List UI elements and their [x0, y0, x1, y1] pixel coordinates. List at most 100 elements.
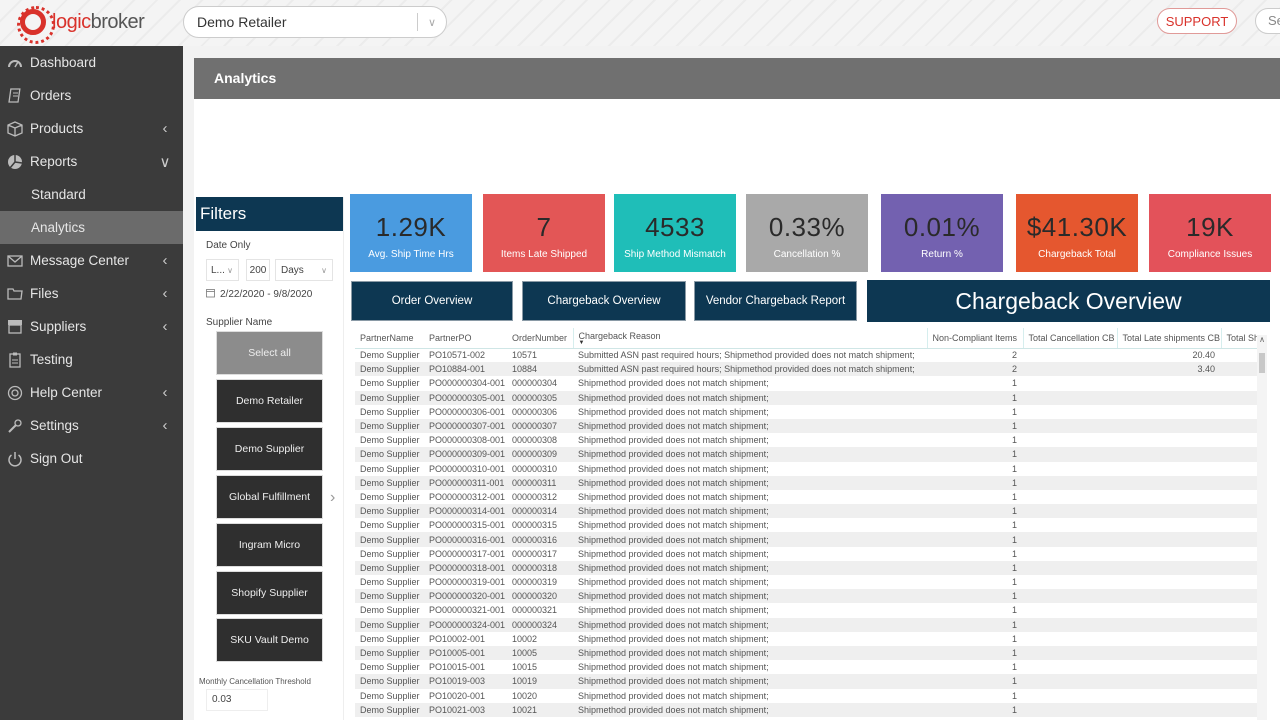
column-header-chargeback-reason[interactable]: Chargeback Reason ▼	[572, 328, 927, 349]
table-scrollbar[interactable]: ∧	[1257, 335, 1267, 720]
support-button[interactable]: SUPPORT	[1157, 8, 1237, 34]
kpi-card-return-pct: 0.01% Return %	[881, 194, 1003, 272]
search-input[interactable]: Se	[1255, 8, 1280, 34]
supplier-button-ingram-micro[interactable]: Ingram Micro	[216, 523, 323, 567]
sidebar: Dashboard Orders Products ‹ Reports ∨ St…	[0, 46, 183, 720]
cell-total-cancellation-cb	[1023, 603, 1117, 618]
chevron-down-icon: ∨	[227, 265, 233, 275]
gear-logo-icon	[17, 6, 55, 44]
sidebar-item-help-center[interactable]: Help Center ‹	[0, 376, 183, 409]
table-row[interactable]: Demo Supplier PO000000310-001 000000310 Shi…	[355, 461, 1267, 476]
chargeback-overview-button[interactable]: Chargeback Overview	[522, 281, 686, 321]
table-row[interactable]: Demo Supplier PO10015-001 10015 Shipmethod …	[355, 660, 1267, 675]
column-header-non-compliant-items[interactable]: Non-Compliant Items	[926, 328, 1023, 349]
cell-partner-name: Demo Supplier	[355, 688, 424, 703]
supplier-button-sku-vault-demo[interactable]: SKU Vault Demo	[216, 618, 323, 662]
sidebar-item-reports[interactable]: Reports ∨	[0, 145, 183, 178]
cell-chargeback-reason: Shipmethod provided does not match shipm…	[573, 433, 927, 448]
cell-non-compliant-items: 1	[927, 404, 1023, 419]
table-row[interactable]: Demo Supplier PO000000319-001 000000319 Shi…	[355, 575, 1267, 590]
supplier-button-demo-supplier[interactable]: Demo Supplier	[216, 427, 323, 471]
table-row[interactable]: Demo Supplier PO000000318-001 000000318 Shi…	[355, 560, 1267, 575]
chevron-right-icon[interactable]: ›	[330, 489, 335, 507]
table-row[interactable]: Demo Supplier PO000000315-001 000000315 Shi…	[355, 518, 1267, 533]
table-row[interactable]: Demo Supplier PO000000304-001 000000304 Shi…	[355, 376, 1267, 391]
sidebar-item-settings[interactable]: Settings ‹	[0, 409, 183, 442]
table-row[interactable]: Demo Supplier PO000000316-001 000000316 Shi…	[355, 532, 1267, 547]
sidebar-item-suppliers[interactable]: Suppliers ‹	[0, 310, 183, 343]
table-row[interactable]: Demo Supplier PO10884-001 10884 Submitted A…	[355, 362, 1267, 377]
table-row[interactable]: Demo Supplier PO10005-001 10005 Shipmethod …	[355, 645, 1267, 661]
table-row[interactable]: Demo Supplier PO000000312-001 000000312 Shi…	[355, 489, 1267, 505]
column-header-order-number[interactable]: OrderNumber	[507, 328, 573, 349]
date-amount-input[interactable]: 200	[246, 259, 270, 281]
table-row[interactable]: Demo Supplier PO10021-003 10021 Shipmethod …	[355, 702, 1267, 717]
scroll-up-icon[interactable]: ∧	[1257, 335, 1267, 344]
order-overview-button[interactable]: Order Overview	[351, 281, 513, 321]
table-row[interactable]: Demo Supplier PO000000314-001 000000314 Shi…	[355, 504, 1267, 519]
cell-total-late-shipments-cb	[1117, 433, 1221, 448]
logicbroker-logo[interactable]: logicbroker	[17, 6, 145, 44]
table-row[interactable]: Demo Supplier PO000000311-001 000000311 Shi…	[355, 475, 1267, 490]
cell-partner-po: PO000000308-001	[424, 433, 507, 448]
table-row[interactable]: Demo Supplier PO10019-003 10019 Shipmethod …	[355, 674, 1267, 689]
table-row[interactable]: Demo Supplier PO000000306-001 000000306 Shi…	[355, 404, 1267, 419]
cell-total-cancellation-cb	[1023, 362, 1117, 377]
column-header-partner-name[interactable]: PartnerName	[355, 328, 424, 349]
supplier-select-all-button[interactable]: Select all	[216, 331, 323, 375]
cell-total-late-shipments-cb: 3.40	[1117, 362, 1221, 377]
cell-order-number: 10020	[507, 688, 573, 703]
cell-total-cancellation-cb	[1023, 631, 1117, 646]
supplier-button-global-fulfillment[interactable]: Global Fulfillment	[216, 475, 323, 519]
threshold-input[interactable]: 0.03	[206, 689, 268, 711]
column-header-partner-po[interactable]: PartnerPO	[424, 328, 507, 349]
cell-chargeback-reason: Shipmethod provided does not match shipm…	[573, 589, 927, 604]
vendor-chargeback-report-button[interactable]: Vendor Chargeback Report	[694, 281, 857, 321]
cell-non-compliant-items: 1	[927, 660, 1023, 675]
table-row[interactable]: Demo Supplier PO000000308-001 000000308 Shi…	[355, 433, 1267, 448]
sidebar-item-dashboard[interactable]: Dashboard	[0, 46, 183, 79]
chevron-left-icon: ‹	[162, 417, 168, 434]
sidebar-item-message-center[interactable]: Message Center ‹	[0, 244, 183, 277]
table-row[interactable]: Demo Supplier PO000000320-001 000000320 Shi…	[355, 589, 1267, 604]
supplier-button-demo-retailer[interactable]: Demo Retailer	[216, 379, 323, 423]
column-header-total-cancellation-cb[interactable]: Total Cancellation CB	[1022, 328, 1117, 349]
sidebar-item-testing[interactable]: Testing	[0, 343, 183, 376]
table-row[interactable]: Demo Supplier PO000000307-001 000000307 Shi…	[355, 418, 1267, 434]
sidebar-item-sign-out[interactable]: Sign Out	[0, 442, 183, 475]
threshold-label: Monthly Cancellation Threshold	[199, 677, 311, 686]
table-row[interactable]: Demo Supplier PO000000309-001 000000309 Shi…	[355, 447, 1267, 462]
chevron-down-icon[interactable]: ∨	[418, 16, 446, 29]
clipboard-icon	[0, 352, 30, 368]
table-row[interactable]: Demo Supplier PO000000305-001 000000305 Shi…	[355, 390, 1267, 405]
cell-partner-po: PO10884-001	[424, 362, 507, 377]
sidebar-item-files[interactable]: Files ‹	[0, 277, 183, 310]
cell-partner-po: PO10571-002	[424, 348, 507, 363]
retailer-select[interactable]: Demo Retailer ∨	[183, 6, 447, 38]
table-row[interactable]: Demo Supplier PO000000324-001 000000324 Shi…	[355, 617, 1267, 632]
cell-partner-po: PO000000314-001	[424, 504, 507, 519]
relative-date-select[interactable]: L... ∨	[206, 259, 239, 281]
sidebar-item-orders[interactable]: Orders	[0, 79, 183, 112]
cell-total-late-shipments-cb	[1117, 390, 1221, 405]
supplier-button-shopify-supplier[interactable]: Shopify Supplier	[216, 571, 323, 615]
cell-order-number: 000000319	[507, 575, 573, 590]
scrollbar-thumb[interactable]	[1259, 353, 1265, 373]
chevron-left-icon: ‹	[162, 318, 168, 335]
cell-total-late-shipments-cb	[1117, 546, 1221, 561]
table-row[interactable]: Demo Supplier PO000000317-001 000000317 Shi…	[355, 546, 1267, 561]
table-row[interactable]: Demo Supplier PO10002-001 10002 Shipmethod …	[355, 631, 1267, 646]
date-unit-select[interactable]: Days ∨	[275, 259, 333, 281]
sidebar-item-products[interactable]: Products ‹	[0, 112, 183, 145]
table-row[interactable]: Demo Supplier PO10020-001 10020 Shipmethod …	[355, 688, 1267, 703]
sidebar-item-standard[interactable]: Standard	[0, 178, 183, 211]
pie-chart-icon	[0, 154, 30, 170]
sidebar-item-analytics[interactable]: Analytics	[0, 211, 183, 244]
cell-total-cancellation-cb	[1023, 532, 1117, 547]
cell-non-compliant-items: 1	[927, 631, 1023, 646]
column-header-total-late-shipments-cb[interactable]: Total Late shipments CB	[1116, 328, 1221, 349]
cell-chargeback-reason: Shipmethod provided does not match shipm…	[573, 461, 927, 476]
table-row[interactable]: Demo Supplier PO000000321-001 000000321 Shi…	[355, 603, 1267, 618]
table-row[interactable]: Demo Supplier PO10571-002 10571 Submitted A…	[355, 348, 1267, 363]
kpi-label: Ship Method Mismatch	[624, 249, 726, 260]
